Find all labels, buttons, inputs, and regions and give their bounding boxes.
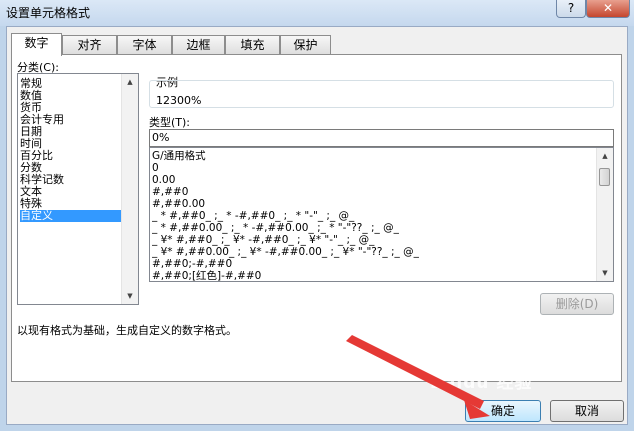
annotation-arrow-icon <box>346 335 490 419</box>
tab-number[interactable]: 数字 <box>11 33 62 56</box>
